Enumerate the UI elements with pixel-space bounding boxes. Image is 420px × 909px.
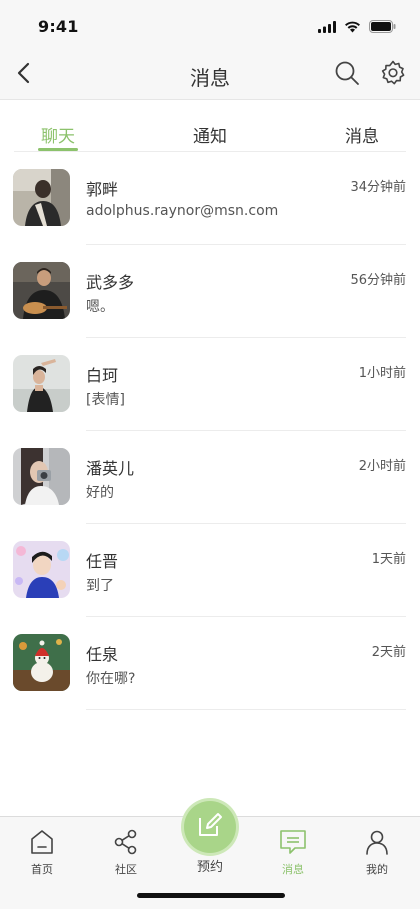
status-icons xyxy=(318,18,396,37)
tab-community-label: 社区 xyxy=(115,863,137,876)
segment-tabs: 聊天 通知 消息 xyxy=(0,100,420,152)
message-time: 1小时前 xyxy=(358,366,406,381)
list-item[interactable]: 白珂 1小时前 [表情] xyxy=(0,338,420,431)
user-icon xyxy=(342,827,412,857)
divider xyxy=(86,709,406,710)
list-item[interactable]: 潘英儿 2小时前 好的 xyxy=(0,431,420,524)
message-preview: 你在哪? xyxy=(86,671,136,687)
message-preview: [表情] xyxy=(86,392,125,408)
gear-icon xyxy=(380,60,406,90)
tab-profile-label: 我的 xyxy=(366,863,388,876)
status-bar: 9:41 xyxy=(0,0,420,50)
signal-icon xyxy=(318,18,336,37)
message-preview: 到了 xyxy=(86,578,114,594)
home-icon xyxy=(7,827,77,857)
list-item[interactable]: 任泉 2天前 你在哪? xyxy=(0,617,420,710)
wifi-icon xyxy=(344,18,361,37)
tab-home[interactable]: 首页 xyxy=(7,827,77,877)
battery-icon xyxy=(369,18,396,37)
share-icon xyxy=(91,827,161,857)
back-button[interactable] xyxy=(8,60,38,90)
message-time: 2天前 xyxy=(371,645,406,660)
nav-bar: 消息 xyxy=(0,50,420,100)
contact-name: 潘英儿 xyxy=(86,459,135,478)
tab-profile[interactable]: 我的 xyxy=(342,827,412,877)
message-preview: 好的 xyxy=(86,485,114,501)
tab-messages-label: 消息 xyxy=(282,863,304,876)
message-time: 1天前 xyxy=(371,552,406,567)
tab-home-label: 首页 xyxy=(31,863,53,876)
avatar xyxy=(13,541,70,598)
book-button-label: 预约 xyxy=(196,860,223,875)
list-item[interactable]: 任晋 1天前 到了 xyxy=(0,524,420,617)
message-time: 34分钟前 xyxy=(350,180,406,195)
avatar xyxy=(13,355,70,412)
message-time: 56分钟前 xyxy=(350,273,406,288)
search-button[interactable] xyxy=(332,60,362,90)
message-icon xyxy=(258,827,328,857)
book-button[interactable] xyxy=(184,801,236,853)
avatar xyxy=(13,169,70,226)
tab-community[interactable]: 社区 xyxy=(91,827,161,877)
avatar xyxy=(13,262,70,319)
contact-name: 任泉 xyxy=(86,645,119,664)
status-time: 9:41 xyxy=(38,17,79,36)
message-time: 2小时前 xyxy=(358,459,406,474)
avatar xyxy=(13,448,70,505)
tab-chat[interactable]: 聊天 xyxy=(18,122,98,147)
settings-button[interactable] xyxy=(378,60,408,90)
contact-name: 任晋 xyxy=(86,552,119,571)
tab-notifications[interactable]: 通知 xyxy=(170,122,250,147)
tab-messages-bottom[interactable]: 消息 xyxy=(258,827,328,877)
contact-name: 白珂 xyxy=(86,366,119,385)
tab-messages[interactable]: 消息 xyxy=(322,122,402,147)
search-icon xyxy=(334,60,360,90)
message-preview: 嗯。 xyxy=(86,299,114,315)
contact-name: 郭畔 xyxy=(86,180,119,199)
list-item[interactable]: 郭畔 34分钟前 adolphus.raynor@msn.com xyxy=(0,152,420,245)
list-item[interactable]: 武多多 56分钟前 嗯。 xyxy=(0,245,420,338)
avatar xyxy=(13,634,70,691)
home-indicator xyxy=(137,893,285,898)
edit-icon xyxy=(196,811,224,843)
message-preview: adolphus.raynor@msn.com xyxy=(86,203,279,219)
conversation-list: 郭畔 34分钟前 adolphus.raynor@msn.com 武多多 56分… xyxy=(0,152,420,710)
chevron-left-icon xyxy=(16,62,30,88)
contact-name: 武多多 xyxy=(86,273,135,292)
